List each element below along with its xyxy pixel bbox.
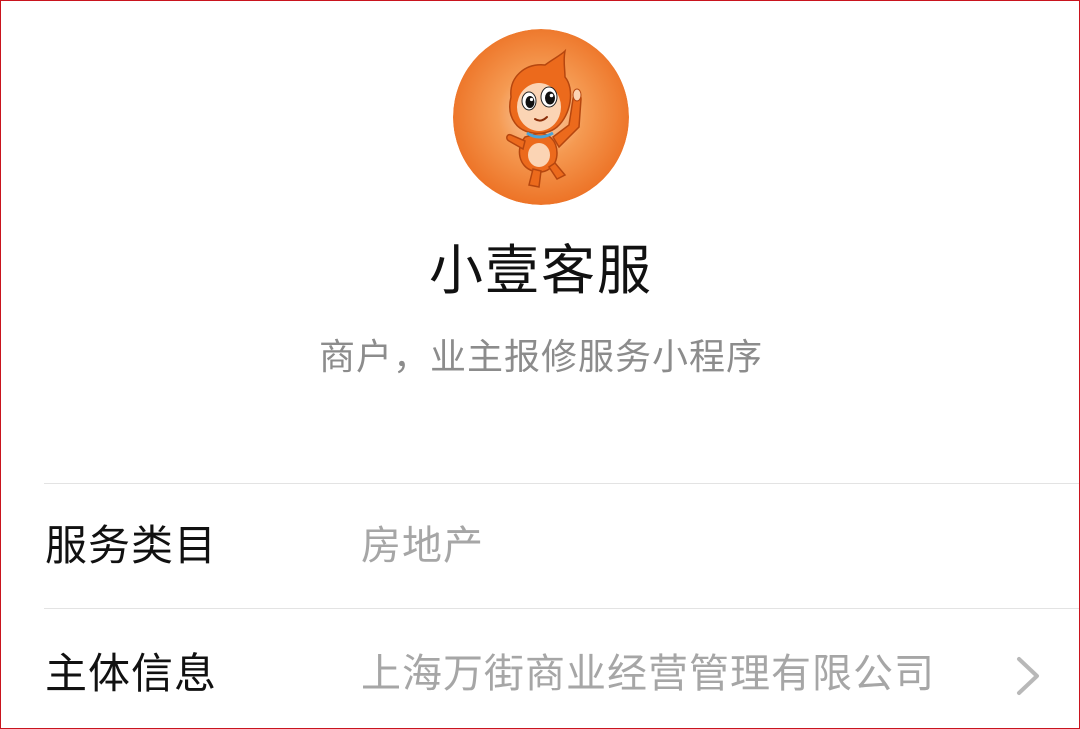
chevron-right-icon[interactable] bbox=[1011, 653, 1045, 699]
mini-program-profile-page: 小壹客服 商户，业主报修服务小程序 服务类目 房地产 主体信息 上海万街商业经营… bbox=[0, 0, 1080, 729]
orange-mascot-avatar-icon bbox=[453, 29, 629, 205]
service-category-value: 房地产 bbox=[361, 523, 484, 569]
entity-info-label: 主体信息 bbox=[45, 649, 218, 698]
service-category-label: 服务类目 bbox=[45, 521, 218, 570]
app-avatar bbox=[453, 29, 629, 205]
app-name: 小壹客服 bbox=[429, 239, 653, 302]
app-description: 商户，业主报修服务小程序 bbox=[318, 337, 763, 378]
entity-info-value[interactable]: 上海万街商业经营管理有限公司 bbox=[361, 646, 935, 702]
